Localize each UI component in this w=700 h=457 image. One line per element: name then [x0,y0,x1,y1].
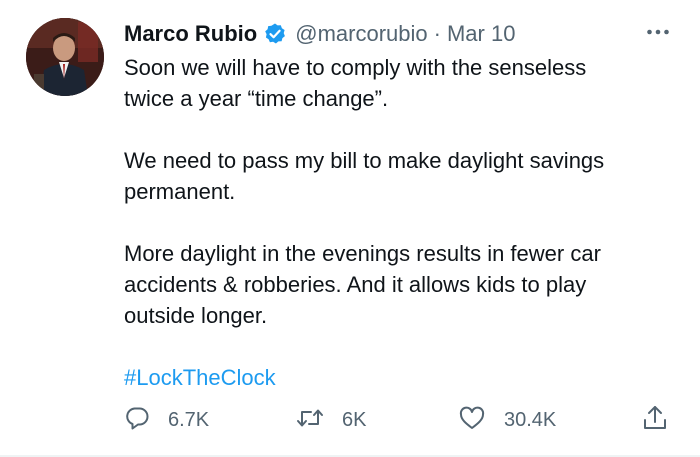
reply-button[interactable]: 6.7K [124,404,209,436]
retweet-icon [296,405,324,436]
share-icon [642,404,668,437]
tweet-paragraph: More daylight in the evenings results in… [124,241,601,328]
tweet-actions: 6.7K 6K 30.4K [124,404,684,436]
avatar-image [26,18,104,96]
heart-icon [458,405,486,436]
more-horizontal-icon[interactable] [644,22,672,42]
author-handle[interactable]: @marcorubio [295,21,427,47]
tweet-card[interactable]: Marco Rubio @marcorubio · Mar 10 Soon we… [0,0,700,457]
author-name[interactable]: Marco Rubio [124,21,257,47]
retweet-button[interactable]: 6K [296,404,366,436]
like-button[interactable]: 30.4K [458,404,556,436]
header-separator: · [433,21,441,46]
verified-badge-icon [263,22,287,46]
tweet-paragraph: We need to pass my bill to make daylight… [124,148,605,204]
tweet-date[interactable]: Mar 10 [447,21,515,47]
share-button[interactable] [642,404,668,436]
hashtag-link[interactable]: #LockTheClock [124,362,684,393]
like-count: 30.4K [504,408,557,431]
tweet-paragraph: Soon we will have to comply with the sen… [124,55,587,111]
reply-icon [124,405,150,436]
retweet-count: 6K [342,408,367,431]
tweet-header: Marco Rubio @marcorubio · Mar 10 [124,18,515,50]
avatar[interactable] [26,18,104,96]
reply-count: 6.7K [168,408,210,431]
tweet-text: Soon we will have to comply with the sen… [124,52,684,424]
